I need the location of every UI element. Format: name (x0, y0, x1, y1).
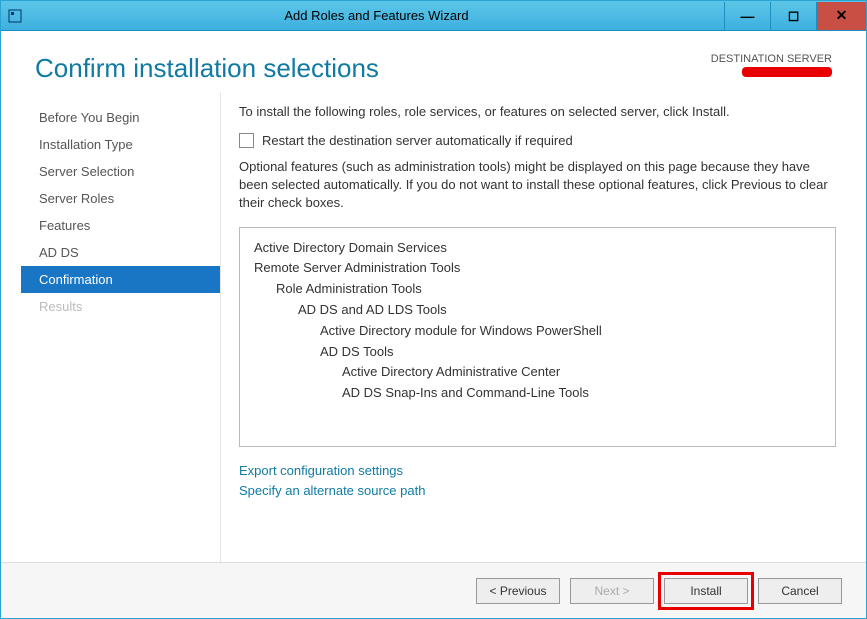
feature-item: AD DS Tools (254, 342, 821, 363)
step-features[interactable]: Features (21, 212, 220, 239)
header: Confirm installation selections DESTINAT… (1, 31, 866, 92)
step-confirmation[interactable]: Confirmation (21, 266, 220, 293)
features-list[interactable]: Active Directory Domain Services Remote … (239, 227, 836, 447)
footer: < Previous Next > Install Cancel (1, 562, 866, 618)
titlebar: Add Roles and Features Wizard — ◻ ✕ (1, 1, 866, 31)
export-config-link[interactable]: Export configuration settings (239, 461, 836, 482)
previous-button[interactable]: < Previous (476, 578, 560, 604)
links-block: Export configuration settings Specify an… (239, 461, 836, 503)
cancel-button[interactable]: Cancel (758, 578, 842, 604)
feature-item: AD DS Snap-Ins and Command-Line Tools (254, 383, 821, 404)
feature-item: Active Directory Domain Services (254, 238, 821, 259)
next-button: Next > (570, 578, 654, 604)
restart-checkbox[interactable] (239, 133, 254, 148)
intro-text: To install the following roles, role ser… (239, 104, 836, 119)
step-server-selection[interactable]: Server Selection (21, 158, 220, 185)
step-results: Results (21, 293, 220, 320)
destination-server-block: DESTINATION SERVER (711, 53, 832, 80)
page-title: Confirm installation selections (35, 53, 379, 84)
app-icon (1, 9, 29, 23)
destination-server-name-redacted (742, 67, 832, 77)
close-button[interactable]: ✕ (816, 2, 866, 30)
body: Before You Begin Installation Type Serve… (1, 92, 866, 562)
wizard-window: Add Roles and Features Wizard — ◻ ✕ Conf… (0, 0, 867, 619)
feature-item: Active Directory module for Windows Powe… (254, 321, 821, 342)
step-installation-type[interactable]: Installation Type (21, 131, 220, 158)
restart-checkbox-row: Restart the destination server automatic… (239, 133, 836, 148)
alt-source-link[interactable]: Specify an alternate source path (239, 481, 836, 502)
maximize-button[interactable]: ◻ (770, 2, 816, 30)
install-button[interactable]: Install (664, 578, 748, 604)
restart-checkbox-label: Restart the destination server automatic… (262, 133, 573, 148)
feature-item: Role Administration Tools (254, 279, 821, 300)
window-title: Add Roles and Features Wizard (29, 8, 724, 23)
wizard-steps-sidebar: Before You Begin Installation Type Serve… (21, 92, 221, 562)
feature-item: Remote Server Administration Tools (254, 258, 821, 279)
optional-features-text: Optional features (such as administratio… (239, 158, 836, 213)
feature-item: AD DS and AD LDS Tools (254, 300, 821, 321)
destination-server-label: DESTINATION SERVER (711, 53, 832, 65)
feature-item: Active Directory Administrative Center (254, 362, 821, 383)
step-server-roles[interactable]: Server Roles (21, 185, 220, 212)
main-content: To install the following roles, role ser… (221, 92, 866, 562)
window-controls: — ◻ ✕ (724, 2, 866, 30)
step-before-you-begin[interactable]: Before You Begin (21, 104, 220, 131)
step-ad-ds[interactable]: AD DS (21, 239, 220, 266)
minimize-button[interactable]: — (724, 2, 770, 30)
